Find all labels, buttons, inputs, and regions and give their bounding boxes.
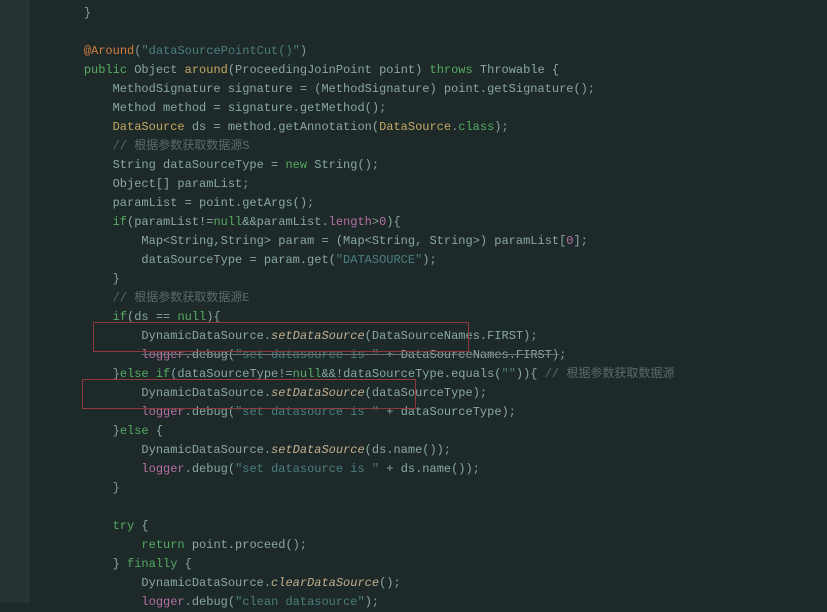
brace bbox=[55, 6, 84, 20]
code-line: // 根据参数获取数据源E bbox=[55, 289, 815, 308]
code-line: }else if(dataSourceType!=null&&!dataSour… bbox=[55, 365, 815, 384]
code-editor[interactable]: } @Around("dataSourcePointCut()") public… bbox=[55, 0, 815, 612]
code-line: Method method = signature.getMethod(); bbox=[55, 99, 815, 118]
code-line: DynamicDataSource.setDataSource(dataSour… bbox=[55, 384, 815, 403]
code-line: logger.debug("set datasource is " + Data… bbox=[55, 346, 815, 365]
code-line: logger.debug("set datasource is " + data… bbox=[55, 403, 815, 422]
blank-line bbox=[55, 498, 815, 517]
code-line: } bbox=[55, 479, 815, 498]
code-line: if(paramList!=null&&paramList.length>0){ bbox=[55, 213, 815, 232]
code-line: DynamicDataSource.setDataSource(ds.name(… bbox=[55, 441, 815, 460]
code-line: Object[] paramList; bbox=[55, 175, 815, 194]
line-number-gutter bbox=[0, 0, 30, 603]
code-line: paramList = point.getArgs(); bbox=[55, 194, 815, 213]
code-line: } finally { bbox=[55, 555, 815, 574]
code-line: } bbox=[55, 270, 815, 289]
code-line: @Around("dataSourcePointCut()") bbox=[55, 42, 815, 61]
code-line: public Object around(ProceedingJoinPoint… bbox=[55, 61, 815, 80]
code-line: return point.proceed(); bbox=[55, 536, 815, 555]
code-line: } bbox=[55, 4, 815, 23]
code-line: Map<String,String> param = (Map<String, … bbox=[55, 232, 815, 251]
code-line: dataSourceType = param.get("DATASOURCE")… bbox=[55, 251, 815, 270]
comment: // 根据参数获取数据源S bbox=[113, 139, 250, 153]
annotation: @Around bbox=[84, 44, 134, 58]
blank-line bbox=[55, 23, 815, 42]
code-line: if(ds == null){ bbox=[55, 308, 815, 327]
code-line: DynamicDataSource.clearDataSource(); bbox=[55, 574, 815, 593]
code-line: MethodSignature signature = (MethodSigna… bbox=[55, 80, 815, 99]
comment: // 根据参数获取数据源E bbox=[113, 291, 250, 305]
code-line: String dataSourceType = new String(); bbox=[55, 156, 815, 175]
code-line: // 根据参数获取数据源S bbox=[55, 137, 815, 156]
code-line: try { bbox=[55, 517, 815, 536]
code-line: }else { bbox=[55, 422, 815, 441]
code-line: DynamicDataSource.setDataSource(DataSour… bbox=[55, 327, 815, 346]
code-line: DataSource ds = method.getAnnotation(Dat… bbox=[55, 118, 815, 137]
code-line: logger.debug("set datasource is " + ds.n… bbox=[55, 460, 815, 479]
